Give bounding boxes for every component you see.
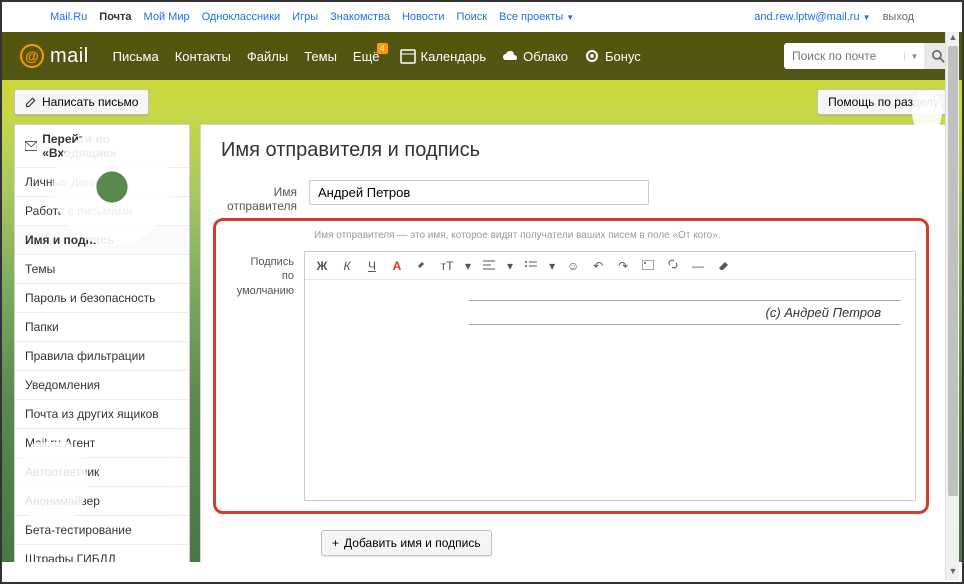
sender-name-input[interactable]	[309, 180, 649, 205]
tb-clear[interactable]	[716, 259, 730, 273]
topnav-dating[interactable]: Знакомства	[330, 11, 390, 23]
flower-decoration	[2, 442, 102, 542]
nav-letters[interactable]: Письма	[113, 49, 159, 64]
nav-more[interactable]: Ещё4	[353, 49, 380, 64]
gear-icon	[584, 48, 600, 64]
link-icon	[667, 258, 679, 270]
user-email-link[interactable]: and.rew.lptw@mail.ru ▼	[754, 11, 870, 23]
background-area: @ mail Письма Контакты Файлы Темы Ещё4 К…	[2, 32, 962, 562]
topnav-news[interactable]: Новости	[402, 11, 445, 23]
action-row: Написать письмо Помощь по разделу	[2, 80, 962, 124]
calendar-icon	[400, 48, 416, 64]
scroll-down-arrow[interactable]: ▼	[946, 566, 960, 580]
sidebar-item-themes[interactable]: Темы	[15, 255, 189, 284]
tb-redo[interactable]: ↷	[616, 259, 630, 273]
compose-icon	[25, 96, 37, 108]
scroll-up-arrow[interactable]: ▲	[946, 32, 960, 46]
sidebar-item-filters[interactable]: Правила фильтрации	[15, 342, 189, 371]
nav-themes[interactable]: Темы	[304, 49, 337, 64]
add-signature-button[interactable]: + Добавить имя и подпись	[321, 530, 492, 556]
search-input[interactable]	[784, 49, 904, 63]
search-dropdown[interactable]: ▼	[904, 52, 924, 61]
top-navigation: Mail.Ru Почта Мой Мир Одноклассники Игры…	[2, 2, 962, 32]
nav-calendar[interactable]: Календарь	[400, 48, 487, 64]
logout-link[interactable]: выход	[883, 11, 914, 23]
editor-toolbar: Ж К Ч А тТ▾ ▾ ▾ ☺ ↶ ↷	[305, 252, 915, 280]
align-icon	[483, 260, 495, 270]
cloud-icon	[502, 48, 518, 64]
scrollbar[interactable]: ▲ ▼	[945, 32, 959, 580]
search-icon	[932, 50, 945, 63]
envelope-icon	[25, 141, 37, 151]
topnav-all-projects[interactable]: Все проекты ▼	[499, 11, 574, 23]
flower-decoration	[47, 122, 177, 252]
compose-button[interactable]: Написать письмо	[14, 89, 149, 115]
topnav-moymir[interactable]: Мой Мир	[144, 11, 190, 23]
sender-name-hint: Имя отправителя — это имя, которое видят…	[314, 230, 916, 241]
list-icon	[525, 260, 537, 270]
tb-text-color[interactable]: А	[390, 259, 404, 273]
image-icon	[642, 260, 654, 270]
eraser-icon	[717, 260, 729, 270]
nav-bonus[interactable]: Бонус	[584, 48, 641, 64]
signature-text: (с) Андрей Петров	[319, 305, 881, 320]
logo-at-icon: @	[20, 44, 44, 68]
main-content: Имя отправителя и подпись Имя отправител…	[200, 124, 950, 562]
nav-contacts[interactable]: Контакты	[175, 49, 231, 64]
signature-label: Подпись по умолчанию	[226, 251, 304, 501]
tb-bg-color[interactable]	[415, 258, 429, 273]
topnav-ok[interactable]: Одноклассники	[202, 11, 281, 23]
page-title: Имя отправителя и подпись	[221, 139, 929, 162]
topnav-mailru[interactable]: Mail.Ru	[50, 11, 87, 23]
badge-count: 4	[377, 43, 387, 54]
tb-emoji[interactable]: ☺	[566, 259, 580, 273]
tb-underline[interactable]: Ч	[365, 259, 379, 273]
tb-link[interactable]	[666, 258, 680, 273]
signature-editor: Ж К Ч А тТ▾ ▾ ▾ ☺ ↶ ↷	[304, 251, 916, 501]
sender-name-label: Имя отправителя	[221, 180, 309, 213]
logo[interactable]: @ mail	[20, 44, 89, 68]
logo-text: mail	[50, 45, 89, 68]
tb-undo[interactable]: ↶	[591, 259, 605, 273]
scrollbar-thumb[interactable]	[948, 46, 958, 496]
sidebar-item-other-inboxes[interactable]: Почта из других ящиков	[15, 400, 189, 429]
tb-font-size[interactable]: тТ	[440, 259, 454, 273]
sidebar-item-fines[interactable]: Штрафы ГИБДД	[15, 545, 189, 562]
tb-align[interactable]	[482, 259, 496, 273]
sidebar-item-notifications[interactable]: Уведомления	[15, 371, 189, 400]
main-header: @ mail Письма Контакты Файлы Темы Ещё4 К…	[2, 32, 962, 80]
signature-content[interactable]: (с) Андрей Петров	[305, 280, 915, 500]
sidebar-item-password[interactable]: Пароль и безопасность	[15, 284, 189, 313]
tb-italic[interactable]: К	[340, 259, 354, 273]
fill-icon	[416, 258, 428, 270]
topnav-search[interactable]: Поиск	[457, 11, 487, 23]
tb-list[interactable]	[524, 259, 538, 273]
signature-highlight-box: Имя отправителя — это имя, которое видят…	[213, 218, 929, 514]
search-box: ▼	[784, 43, 952, 69]
tb-bold[interactable]: Ж	[315, 259, 329, 273]
nav-files[interactable]: Файлы	[247, 49, 288, 64]
nav-cloud[interactable]: Облако	[502, 48, 568, 64]
topnav-games[interactable]: Игры	[292, 11, 318, 23]
sidebar-item-folders[interactable]: Папки	[15, 313, 189, 342]
tb-image[interactable]	[641, 259, 655, 273]
tb-hr[interactable]: —	[691, 259, 705, 273]
topnav-pochta[interactable]: Почта	[99, 11, 131, 23]
